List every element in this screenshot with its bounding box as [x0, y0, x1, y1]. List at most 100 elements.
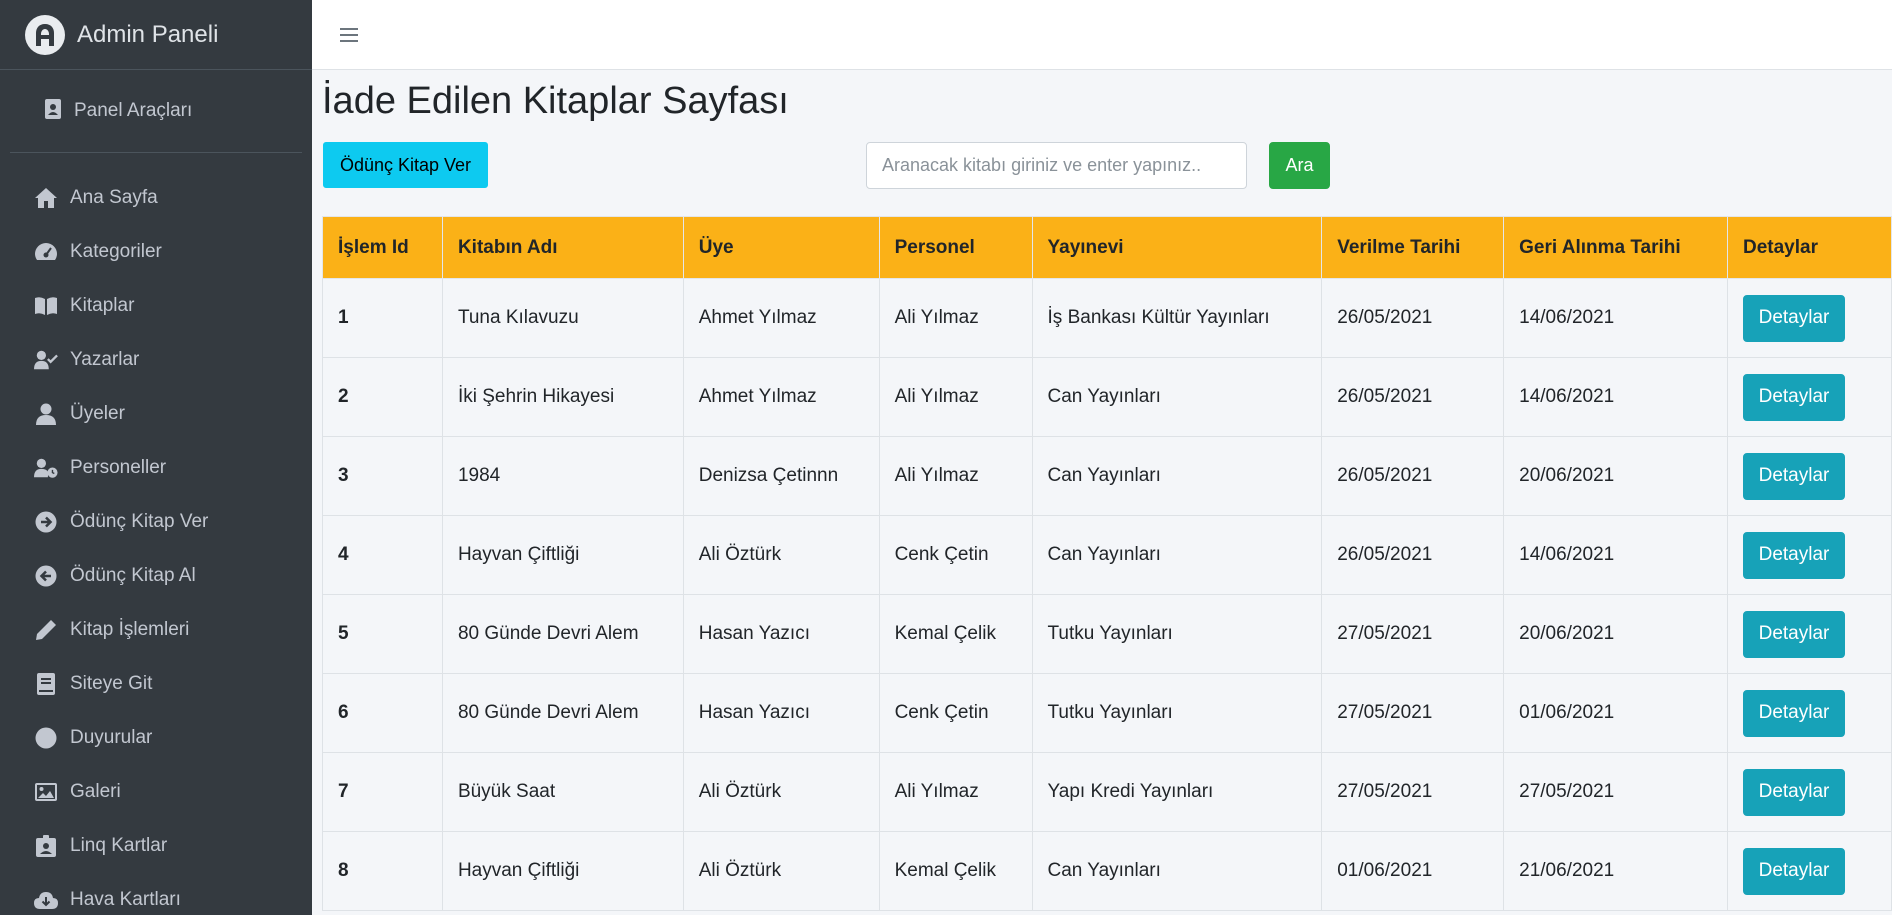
- cell-staff: Ali Yılmaz: [878, 357, 1033, 437]
- cell-returned-date: 20/06/2021: [1503, 594, 1728, 674]
- column-header: Kitabın Adı: [441, 216, 684, 279]
- details-button[interactable]: Detaylar: [1742, 373, 1845, 421]
- cell-publisher: Can Yayınları: [1031, 436, 1323, 516]
- cell-details: Detaylar: [1726, 752, 1892, 832]
- brand-link[interactable]: Admin Paneli: [0, 0, 312, 70]
- cell-details: Detaylar: [1726, 515, 1892, 595]
- cell-publisher: Yapı Kredi Yayınları: [1031, 752, 1323, 832]
- cell-publisher: Can Yayınları: [1031, 357, 1323, 437]
- sidebar-item-odunc-kitap-ver[interactable]: Ödünç Kitap Ver: [0, 495, 312, 549]
- cell-publisher: Tutku Yayınları: [1031, 594, 1323, 674]
- details-button[interactable]: Detaylar: [1742, 531, 1845, 579]
- brand-title: Admin Paneli: [77, 20, 219, 48]
- id-badge-icon: [34, 834, 58, 858]
- cell-id: 2: [322, 357, 443, 437]
- column-header: Personel: [878, 216, 1033, 279]
- cell-returned-date: 21/06/2021: [1503, 831, 1728, 911]
- cell-details: Detaylar: [1726, 831, 1892, 911]
- cell-book: 80 Günde Devri Alem: [441, 673, 684, 753]
- sidebar-item-kitaplar[interactable]: Kitaplar: [0, 279, 312, 333]
- details-button[interactable]: Detaylar: [1742, 689, 1845, 737]
- search-input[interactable]: [866, 142, 1247, 189]
- details-button[interactable]: Detaylar: [1742, 294, 1845, 342]
- details-button[interactable]: Detaylar: [1742, 610, 1845, 658]
- user-check-icon: [34, 348, 58, 372]
- address-book-icon: [44, 98, 62, 124]
- cell-staff: Kemal Çelik: [878, 831, 1033, 911]
- cell-given-date: 27/05/2021: [1321, 752, 1505, 832]
- column-header: Üye: [682, 216, 880, 279]
- sidebar-item-ana-sayfa[interactable]: Ana Sayfa: [0, 171, 312, 225]
- cell-id: 3: [322, 436, 443, 516]
- sidebar-item-kitap-islemleri[interactable]: Kitap İşlemleri: [0, 603, 312, 657]
- cell-member: Denizsa Çetinnn: [682, 436, 880, 516]
- sidebar-item-galeri[interactable]: Galeri: [0, 765, 312, 819]
- menu-toggle-icon[interactable]: [340, 23, 364, 47]
- cell-given-date: 01/06/2021: [1321, 831, 1505, 911]
- sidebar-item-label: Linq Kartlar: [70, 835, 168, 856]
- details-button[interactable]: Detaylar: [1742, 847, 1845, 895]
- image-icon: [34, 780, 58, 804]
- sidebar-item-label: Kitap İşlemleri: [70, 619, 190, 640]
- cell-book: Büyük Saat: [441, 752, 684, 832]
- column-header: Detaylar: [1726, 216, 1892, 279]
- sidebar-item-label: Hava Kartları: [70, 889, 181, 910]
- search-button[interactable]: Ara: [1269, 142, 1330, 189]
- cell-staff: Ali Yılmaz: [878, 752, 1033, 832]
- table-row: 5 80 Günde Devri Alem Hasan Yazıcı Kemal…: [322, 594, 1892, 674]
- cell-staff: Cenk Çetin: [878, 673, 1033, 753]
- sidebar-item-label: Siteye Git: [70, 673, 153, 694]
- sidebar-item-uyeler[interactable]: Üyeler: [0, 387, 312, 441]
- cell-returned-date: 01/06/2021: [1503, 673, 1728, 753]
- sidebar-item-linq-kartlar[interactable]: Linq Kartlar: [0, 819, 312, 873]
- table-header-row: İşlem Id Kitabın Adı Üye Personel Yayıne…: [322, 216, 1892, 279]
- sidebar-item-label: Yazarlar: [70, 349, 140, 370]
- sidebar-item-label: Ödünç Kitap Ver: [70, 511, 209, 532]
- cell-book: 1984: [441, 436, 684, 516]
- cell-returned-date: 14/06/2021: [1503, 278, 1728, 358]
- sidebar-item-siteye-git[interactable]: Siteye Git: [0, 657, 312, 711]
- cell-book: 80 Günde Devri Alem: [441, 594, 684, 674]
- circle-icon: [34, 726, 58, 750]
- sidebar-item-label: Duyurular: [70, 727, 153, 748]
- details-button[interactable]: Detaylar: [1742, 452, 1845, 500]
- top-navbar: [312, 0, 1892, 70]
- lend-book-button[interactable]: Ödünç Kitap Ver: [323, 142, 488, 188]
- table-row: 2 İki Şehrin Hikayesi Ahmet Yılmaz Ali Y…: [322, 357, 1892, 437]
- cell-member: Ahmet Yılmaz: [682, 357, 880, 437]
- cloud-download-icon: [34, 888, 58, 912]
- cell-given-date: 27/05/2021: [1321, 673, 1505, 753]
- table-row: 7 Büyük Saat Ali Öztürk Ali Yılmaz Yapı …: [322, 752, 1892, 832]
- user-clock-icon: [34, 456, 58, 480]
- sidebar-item-yazarlar[interactable]: Yazarlar: [0, 333, 312, 387]
- cell-returned-date: 27/05/2021: [1503, 752, 1728, 832]
- column-header: Geri Alınma Tarihi: [1503, 216, 1728, 279]
- sidebar-item-personeller[interactable]: Personeller: [0, 441, 312, 495]
- cell-publisher: Can Yayınları: [1031, 831, 1323, 911]
- sidebar-item-hava-kartlari[interactable]: Hava Kartları: [0, 873, 312, 915]
- cell-publisher: Tutku Yayınları: [1031, 673, 1323, 753]
- toolbar: Ödünç Kitap Ver Ara: [322, 70, 1892, 210]
- table-row: 1 Tuna Kılavuzu Ahmet Yılmaz Ali Yılmaz …: [322, 278, 1892, 358]
- cell-details: Detaylar: [1726, 436, 1892, 516]
- cell-given-date: 26/05/2021: [1321, 436, 1505, 516]
- cell-publisher: Can Yayınları: [1031, 515, 1323, 595]
- sidebar-item-duyurular[interactable]: Duyurular: [0, 711, 312, 765]
- cell-member: Ali Öztürk: [682, 752, 880, 832]
- cell-given-date: 26/05/2021: [1321, 278, 1505, 358]
- cell-id: 8: [322, 831, 443, 911]
- sidebar-item-label: Ödünç Kitap Al: [70, 565, 196, 586]
- details-button[interactable]: Detaylar: [1742, 768, 1845, 816]
- column-header: Verilme Tarihi: [1321, 216, 1505, 279]
- arrow-circle-left-icon: [34, 564, 58, 588]
- panel-tools[interactable]: Panel Araçları: [10, 70, 302, 153]
- cell-book: Hayvan Çiftliği: [441, 515, 684, 595]
- sidebar-item-kategoriler[interactable]: Kategoriler: [0, 225, 312, 279]
- sidebar-item-odunc-kitap-al[interactable]: Ödünç Kitap Al: [0, 549, 312, 603]
- cell-staff: Ali Yılmaz: [878, 436, 1033, 516]
- user-icon: [34, 402, 58, 426]
- cell-book: Tuna Kılavuzu: [441, 278, 684, 358]
- cell-given-date: 27/05/2021: [1321, 594, 1505, 674]
- cell-returned-date: 14/06/2021: [1503, 515, 1728, 595]
- cell-details: Detaylar: [1726, 357, 1892, 437]
